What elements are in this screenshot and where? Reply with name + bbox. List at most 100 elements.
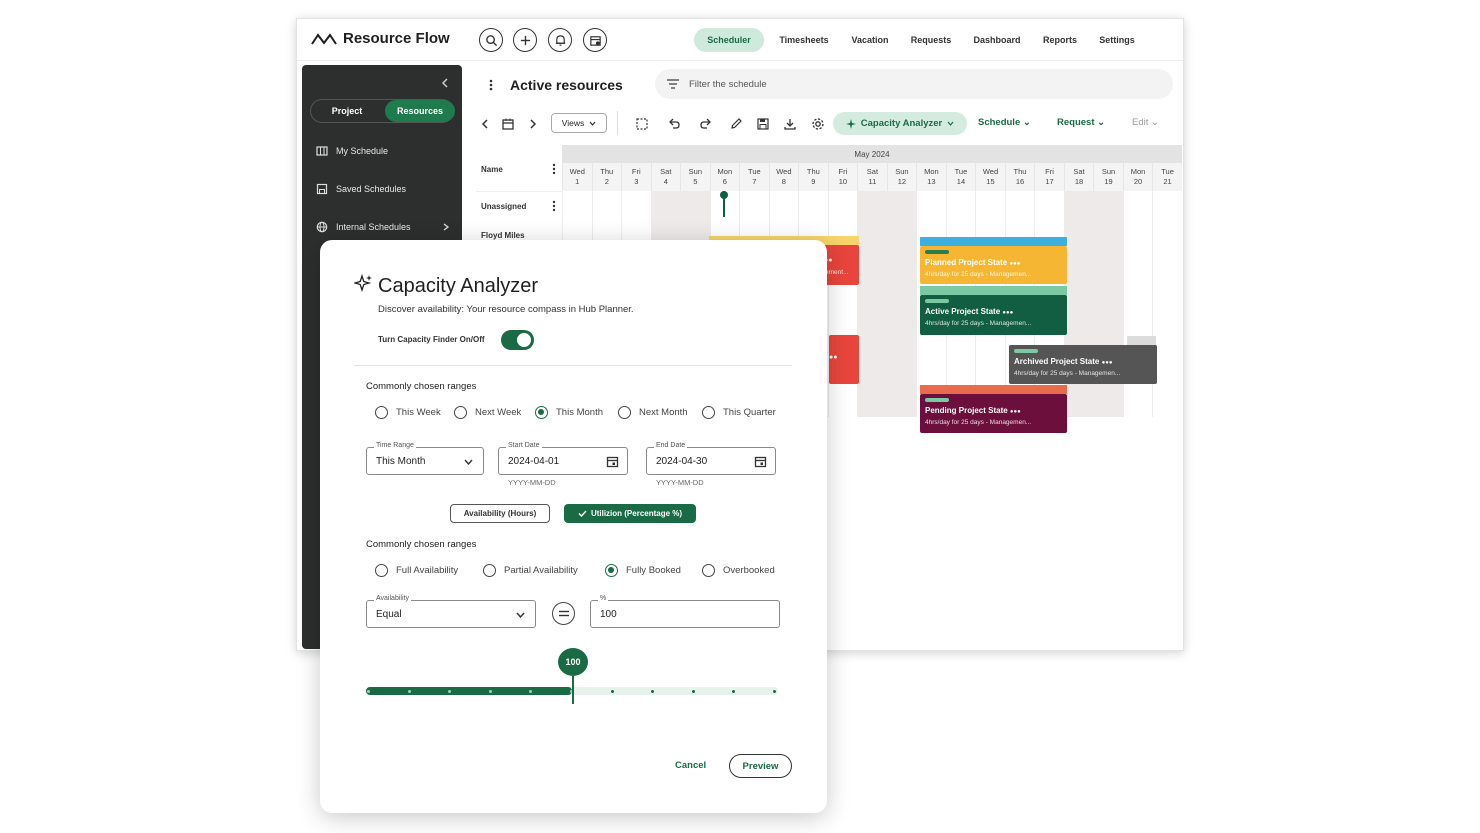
radio-label: Partial Availability [504,565,578,576]
row-floyd-miles[interactable]: Floyd Miles [481,231,525,240]
edit-dropdown[interactable]: Edit ⌄ [1132,117,1159,128]
chevron-right-icon [443,223,450,231]
task-sub: ement... [825,269,849,276]
day-name: Mon [1130,167,1146,176]
sidebar-item-internal-schedules[interactable]: Internal Schedules [316,219,450,235]
radio-overbooked[interactable]: Overbooked [702,564,775,577]
day-column[interactable] [1152,191,1182,417]
equals-button[interactable] [552,602,575,625]
field-label: Start Date [506,442,542,449]
radio-partial-availability[interactable]: Partial Availability [483,564,578,577]
time-range-select[interactable]: Time Range This Month [366,442,484,475]
views-dropdown[interactable]: Views [551,113,607,133]
search-button[interactable] [479,28,503,52]
task-pending[interactable]: Pending Project State ●●● 4hrs/day for 2… [920,394,1067,433]
radio-label: Next Month [639,407,688,418]
slider-tick [367,690,370,693]
schedule-dropdown[interactable]: Schedule ⌄ [978,117,1031,128]
radio-next-week[interactable]: Next Week [454,406,521,419]
sidebar-item-saved-schedules[interactable]: Saved Schedules [316,181,406,197]
task-title: Active Project State [925,307,1001,316]
capacity-analyzer-modal: Capacity Analyzer Discover availability:… [320,240,827,813]
calendar-icon[interactable] [501,117,515,131]
more-vertical-icon[interactable] [552,200,556,212]
task-bar-blue[interactable] [920,237,1067,246]
filter-input[interactable]: Filter the schedule [655,69,1173,99]
gear-icon[interactable] [811,117,825,131]
month-header: May 2024 [562,145,1182,163]
day-name: Tue [1161,167,1174,176]
toggle-resources[interactable]: Resources [385,100,455,122]
chevron-down-icon [464,459,473,465]
sparkle-icon [845,118,856,129]
nav-scheduler[interactable]: Scheduler [694,28,764,52]
redo-icon[interactable] [699,117,713,131]
task-planned[interactable]: Planned Project State ●●● 4hrs/day for 2… [920,246,1067,284]
radio-fully-booked[interactable]: Fully Booked [605,564,681,577]
row-unassigned[interactable]: Unassigned [481,202,526,211]
calendar-add-button[interactable] [583,28,607,52]
day-name: Sun [688,167,702,176]
day-column[interactable] [857,191,887,417]
chevron-down-icon: ⌄ [1097,117,1106,128]
capacity-analyzer-button[interactable]: Capacity Analyzer [833,112,967,135]
request-dropdown[interactable]: Request ⌄ [1057,117,1105,128]
slider-tick [651,690,655,693]
task-archived[interactable]: Archived Project State ●●● 4hrs/day for … [1009,345,1157,384]
task-title: Planned Project State [925,258,1008,267]
nav-requests[interactable]: Requests [906,28,956,52]
task-bar-orange[interactable] [920,385,1067,394]
sidebar-item-my-schedule[interactable]: My Schedule [316,143,388,159]
calendar-icon[interactable] [754,455,767,468]
day-number: 13 [927,177,936,186]
task-active[interactable]: Active Project State ●●● 4hrs/day for 25… [920,295,1067,335]
day-header: Thu 9 [798,163,828,191]
radio-this-week[interactable]: This Week [375,406,441,419]
start-date-field[interactable]: Start Date 2024-04-01 [498,442,628,475]
undo-icon[interactable] [667,117,681,131]
cancel-button[interactable]: Cancel [675,760,706,771]
availability-hours-button[interactable]: Availability (Hours) [450,504,550,523]
add-button[interactable] [513,28,537,52]
slider-thumb[interactable] [572,676,574,704]
task-status-icons: ●● [829,354,838,361]
preview-button[interactable]: Preview [729,754,792,778]
download-icon[interactable] [783,117,797,131]
end-date-field[interactable]: End Date 2024-04-30 [646,442,776,475]
next-icon[interactable] [526,117,540,131]
nav-timesheets[interactable]: Timesheets [774,28,834,52]
logo[interactable]: Resource Flow [311,30,450,47]
capacity-toggle-switch[interactable] [501,330,534,350]
nav-settings[interactable]: Settings [1093,28,1141,52]
notifications-button[interactable] [548,28,572,52]
day-header: Sun 12 [886,163,917,191]
toggle-project[interactable]: Project [311,100,383,122]
radio-next-month[interactable]: Next Month [618,406,688,419]
radio-label: This Month [556,407,603,418]
radio-this-month[interactable]: This Month [535,406,603,419]
task-bar-grey[interactable] [1127,336,1156,345]
more-vertical-icon[interactable] [489,79,493,91]
radio-this-quarter[interactable]: This Quarter [702,406,776,419]
pencil-icon[interactable] [729,117,743,131]
collapse-chevron-icon[interactable] [440,78,450,88]
select-icon[interactable] [635,117,649,131]
percent-input[interactable]: % 100 [590,595,780,628]
task-bar-green[interactable] [920,286,1067,295]
utilization-percentage-button[interactable]: Utilizion (Percentage %) [564,504,696,523]
more-vertical-icon[interactable] [552,163,556,175]
radio-circle [454,406,467,419]
nav-reports[interactable]: Reports [1037,28,1083,52]
calendar-icon[interactable] [606,455,619,468]
day-number: 21 [1163,177,1172,186]
task-sub: 4hrs/day for 25 days - Managemen... [925,320,1032,327]
sparkle-icon [354,274,372,293]
save-icon[interactable] [756,117,770,131]
radio-full-availability[interactable]: Full Availability [375,564,458,577]
nav-dashboard[interactable]: Dashboard [967,28,1027,52]
nav-vacation[interactable]: Vacation [845,28,895,52]
task-red-2[interactable]: ●● [829,335,859,384]
availability-select[interactable]: Availability Equal [366,595,536,628]
prev-icon[interactable] [478,117,492,131]
day-column[interactable] [886,191,917,417]
